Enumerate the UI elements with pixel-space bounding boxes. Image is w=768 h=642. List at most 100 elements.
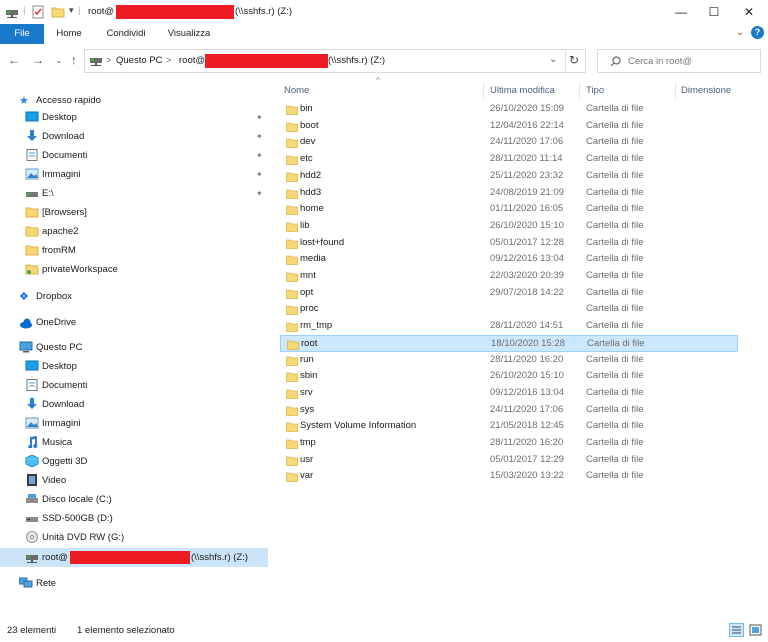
file-type: Cartella di file	[586, 370, 644, 382]
nav-quick-item[interactable]: [Browsers]	[0, 203, 268, 222]
file-row[interactable]: boot 12/04/2016 22:14 Cartella di file	[280, 118, 738, 135]
nav-quick-item[interactable]: Documenti ✦	[0, 146, 268, 165]
column-header-size[interactable]: Dimensione	[681, 82, 731, 100]
nav-dropbox[interactable]: ❖ Dropbox	[0, 287, 268, 306]
drive-icon	[25, 187, 39, 199]
ribbon-expand-icon[interactable]: ⌄	[736, 27, 744, 38]
pin-icon[interactable]: ✦	[256, 170, 263, 179]
nav-pc-item[interactable]: Unità DVD RW (G:)	[0, 528, 268, 547]
file-name: proc	[300, 303, 319, 315]
nav-quick-item[interactable]: Download ✦	[0, 127, 268, 146]
nav-label: SSD-500GB (D:)	[42, 513, 113, 524]
file-row[interactable]: rm_tmp 28/11/2020 14:51 Cartella di file	[280, 318, 738, 335]
file-type: Cartella di file	[586, 353, 644, 365]
help-icon[interactable]: ?	[751, 26, 764, 39]
file-name: hdd3	[300, 186, 322, 198]
folder-icon	[25, 206, 39, 218]
maximize-button[interactable]: ☐	[697, 0, 731, 24]
pin-icon[interactable]: ✦	[256, 113, 263, 122]
pin-icon[interactable]: ✦	[256, 189, 263, 198]
nav-quick-item[interactable]: E:\ ✦	[0, 184, 268, 203]
file-row[interactable]: lost+found 05/01/2017 12:28 Cartella di fi…	[280, 235, 738, 252]
minimize-button[interactable]: —	[664, 0, 698, 24]
nav-quick-item[interactable]: Immagini ✦	[0, 165, 268, 184]
file-type: Cartella di file	[586, 169, 644, 181]
nav-pc-item[interactable]: Disco locale (C:)	[0, 490, 268, 509]
properties-icon[interactable]	[31, 5, 45, 19]
back-arrow-icon[interactable]: ←	[6, 52, 22, 68]
new-folder-icon[interactable]	[51, 5, 65, 19]
column-divider[interactable]	[483, 82, 484, 100]
folder-icon	[286, 172, 298, 182]
file-row[interactable]: media 09/12/2016 13:04 Cartella di file	[280, 251, 738, 268]
nav-network[interactable]: Rete	[0, 574, 268, 593]
tab-view[interactable]: Visualizza	[160, 24, 218, 44]
breadcrumb-drive-prefix[interactable]: root@	[179, 55, 205, 66]
nav-pc-item[interactable]: SSD-500GB (D:)	[0, 509, 268, 528]
nav-network-drive-z[interactable]: root@ (\\sshfs.r) (Z:)	[0, 548, 268, 567]
forward-arrow-icon[interactable]: →	[30, 52, 46, 68]
file-row[interactable]: srv 09/12/2016 13:04 Cartella di file	[280, 385, 738, 402]
file-row[interactable]: sbin 26/10/2020 15:10 Cartella di file	[280, 368, 738, 385]
nav-onedrive[interactable]: OneDrive	[0, 313, 268, 332]
file-row[interactable]: bin 26/10/2020 15:09 Cartella di file	[280, 101, 738, 118]
file-row[interactable]: hdd2 25/11/2020 23:32 Cartella di file	[280, 168, 738, 185]
address-dropdown-icon[interactable]: ⌄	[549, 54, 557, 65]
customize-toolbar-icon[interactable]: ▾	[69, 5, 74, 16]
file-row[interactable]: usr 05/01/2017 12:29 Cartella di file	[280, 452, 738, 469]
nav-pc-item[interactable]: Immagini	[0, 414, 268, 433]
file-modified: 21/05/2018 12:45	[490, 420, 564, 432]
nav-this-pc[interactable]: Questo PC	[0, 338, 268, 357]
tab-home[interactable]: Home	[50, 24, 88, 44]
nav-pc-item[interactable]: Oggetti 3D	[0, 452, 268, 471]
file-row[interactable]: run 28/11/2020 16:20 Cartella di file	[280, 352, 738, 369]
file-row[interactable]: sys 24/11/2020 17:06 Cartella di file	[280, 402, 738, 419]
up-arrow-icon[interactable]: ↑	[66, 52, 82, 68]
file-row[interactable]: hdd3 24/08/2019 21:09 Cartella di file	[280, 185, 738, 202]
nav-quick-item[interactable]: fromRM	[0, 241, 268, 260]
column-header-modified[interactable]: Ultima modifica	[490, 82, 555, 100]
close-button[interactable]: ✕	[732, 0, 766, 24]
file-row[interactable]: mnt 22/03/2020 20:39 Cartella di file	[280, 268, 738, 285]
details-view-icon[interactable]	[729, 623, 744, 637]
nav-quick-item[interactable]: apache2	[0, 222, 268, 241]
file-row[interactable]: dev 24/11/2020 17:06 Cartella di file	[280, 134, 738, 151]
column-header-name[interactable]: Nome	[284, 82, 309, 100]
column-divider[interactable]	[579, 82, 580, 100]
pin-icon[interactable]: ✦	[256, 151, 263, 160]
address-bar[interactable]: > Questo PC > root@ (\\sshfs.r) (Z:) ⌄ ↻	[84, 49, 586, 73]
file-row[interactable]: home 01/11/2020 16:05 Cartella di file	[280, 201, 738, 218]
nav-pc-item[interactable]: Download	[0, 395, 268, 414]
nav-label: E:\	[42, 188, 54, 199]
file-modified: 09/12/2016 13:04	[490, 253, 564, 265]
refresh-icon[interactable]: ↻	[569, 53, 579, 67]
nav-pc-item[interactable]: Video	[0, 471, 268, 490]
download-arrow-icon	[25, 398, 39, 410]
file-row[interactable]: lib 26/10/2020 15:10 Cartella di file	[280, 218, 738, 235]
file-row[interactable]: opt 29/07/2018 14:22 Cartella di file	[280, 285, 738, 302]
nav-quick-item[interactable]: Desktop ✦	[0, 108, 268, 127]
tab-file[interactable]: File	[0, 24, 44, 44]
breadcrumb-drive-suffix[interactable]: (\\sshfs.r) (Z:)	[328, 55, 385, 66]
address-row: ← → ⌄ ↑ > Questo PC > root@ (\\sshfs.r) …	[0, 44, 768, 78]
file-row[interactable]: root 18/10/2020 15:28 Cartella di file	[280, 334, 738, 352]
network-icon	[19, 577, 33, 588]
search-box[interactable]	[597, 49, 761, 73]
recent-locations-icon[interactable]: ⌄	[51, 52, 67, 68]
search-input[interactable]	[628, 54, 754, 68]
file-row[interactable]: System Volume Information 21/05/2018 12:4…	[280, 418, 738, 435]
pin-icon[interactable]: ✦	[256, 132, 263, 141]
file-row[interactable]: var 15/03/2020 13:22 Cartella di file	[280, 468, 738, 485]
large-icons-view-icon[interactable]	[748, 623, 763, 637]
tab-share[interactable]: Condividi	[96, 24, 156, 44]
nav-pc-item[interactable]: Musica	[0, 433, 268, 452]
breadcrumb-this-pc[interactable]: Questo PC	[116, 55, 162, 66]
file-row[interactable]: etc 28/11/2020 11:14 Cartella di file	[280, 151, 738, 168]
nav-pc-item[interactable]: Desktop	[0, 357, 268, 376]
file-row[interactable]: proc Cartella di file	[280, 301, 738, 318]
nav-quick-item[interactable]: privateWorkspace	[0, 260, 268, 279]
nav-pc-item[interactable]: Documenti	[0, 376, 268, 395]
file-row[interactable]: tmp 28/11/2020 16:20 Cartella di file	[280, 435, 738, 452]
column-divider[interactable]	[675, 82, 676, 100]
column-header-type[interactable]: Tipo	[586, 82, 604, 100]
